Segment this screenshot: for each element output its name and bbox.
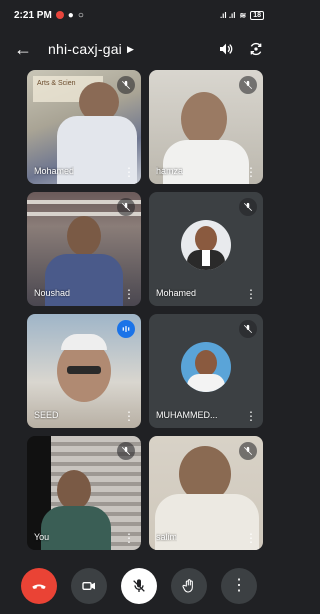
sync-icon: ○ (77, 9, 84, 21)
more-vert-icon[interactable]: ⋮ (123, 166, 135, 178)
more-vert-icon[interactable]: ⋮ (245, 166, 257, 178)
mic-off-icon (239, 76, 257, 94)
mic-off-icon (117, 442, 135, 460)
mic-off-icon (239, 198, 257, 216)
arrow-left-icon[interactable]: ← (14, 39, 38, 60)
hand-icon (182, 579, 193, 593)
participant-name: hamza (156, 166, 184, 176)
mic-off-icon (239, 320, 257, 338)
participant-name: Mohamed (156, 288, 197, 298)
participant-tile[interactable]: Arts & Scien Mohamed ⋮ (27, 70, 141, 184)
status-time: 2:21 PM (14, 9, 52, 21)
more-vert-icon[interactable]: ⋮ (123, 532, 135, 544)
wifi-icon: ≋ (239, 10, 247, 20)
more-options-button[interactable]: ⋮ (221, 568, 257, 604)
mic-off-icon (133, 579, 145, 592)
participant-face (57, 470, 91, 510)
participant-face (67, 216, 101, 256)
more-vert-icon[interactable]: ⋮ (123, 410, 135, 422)
switch-camera-icon[interactable] (248, 41, 264, 57)
participant-name: salim (156, 532, 178, 542)
camera-toggle-button[interactable] (71, 568, 107, 604)
meeting-header: ← nhi-caxj-gai ▶ (0, 34, 278, 64)
speaker-icon[interactable] (218, 41, 234, 57)
signal-icon: .ıl .ıl (219, 10, 236, 20)
participant-tile[interactable]: hamza ⋮ (149, 70, 263, 184)
participant-name: Noushad (34, 288, 71, 298)
speaking-indicator-icon (117, 320, 135, 338)
more-vert-icon: ⋮ (231, 577, 247, 594)
mic-toggle-button[interactable] (121, 568, 157, 604)
backdrop-text: Arts & Scien (37, 80, 76, 87)
participant-tile[interactable]: Noushad ⋮ (27, 192, 141, 306)
more-vert-icon[interactable]: ⋮ (245, 532, 257, 544)
participant-tile[interactable]: SEED ⋮ (27, 314, 141, 428)
battery-indicator: 18 (250, 10, 264, 20)
mic-off-icon (117, 76, 135, 94)
end-call-icon (32, 584, 46, 589)
participant-tile[interactable]: Mohamed ⋮ (149, 192, 263, 306)
end-call-button[interactable] (21, 568, 57, 604)
avatar (181, 220, 231, 270)
more-vert-icon[interactable]: ⋮ (245, 410, 257, 422)
participant-tile[interactable]: You ⋮ (27, 436, 141, 550)
participant-name: You (34, 532, 50, 542)
participant-name: SEED (34, 410, 59, 420)
avatar (181, 342, 231, 392)
participant-tile[interactable]: MUHAMMED... ⋮ (149, 314, 263, 428)
status-bar: 2:21 PM ● ○ .ıl .ıl ≋ 18 (0, 0, 278, 30)
participant-face (181, 92, 227, 146)
chevron-right-icon[interactable]: ▶ (127, 44, 134, 55)
participant-tile[interactable]: salim ⋮ (149, 436, 263, 550)
meeting-code[interactable]: nhi-caxj-gai (48, 41, 122, 57)
call-controls: ⋮ (0, 564, 278, 608)
mic-off-icon (117, 198, 135, 216)
videocam-icon (82, 582, 95, 590)
participant-name: Mohamed (34, 166, 75, 176)
participant-name: MUHAMMED... (156, 410, 218, 420)
chat-icon: ● (67, 9, 74, 21)
mic-off-icon (239, 442, 257, 460)
notification-icon (55, 11, 64, 19)
raise-hand-button[interactable] (171, 568, 207, 604)
more-vert-icon[interactable]: ⋮ (123, 288, 135, 300)
more-vert-icon[interactable]: ⋮ (245, 288, 257, 300)
